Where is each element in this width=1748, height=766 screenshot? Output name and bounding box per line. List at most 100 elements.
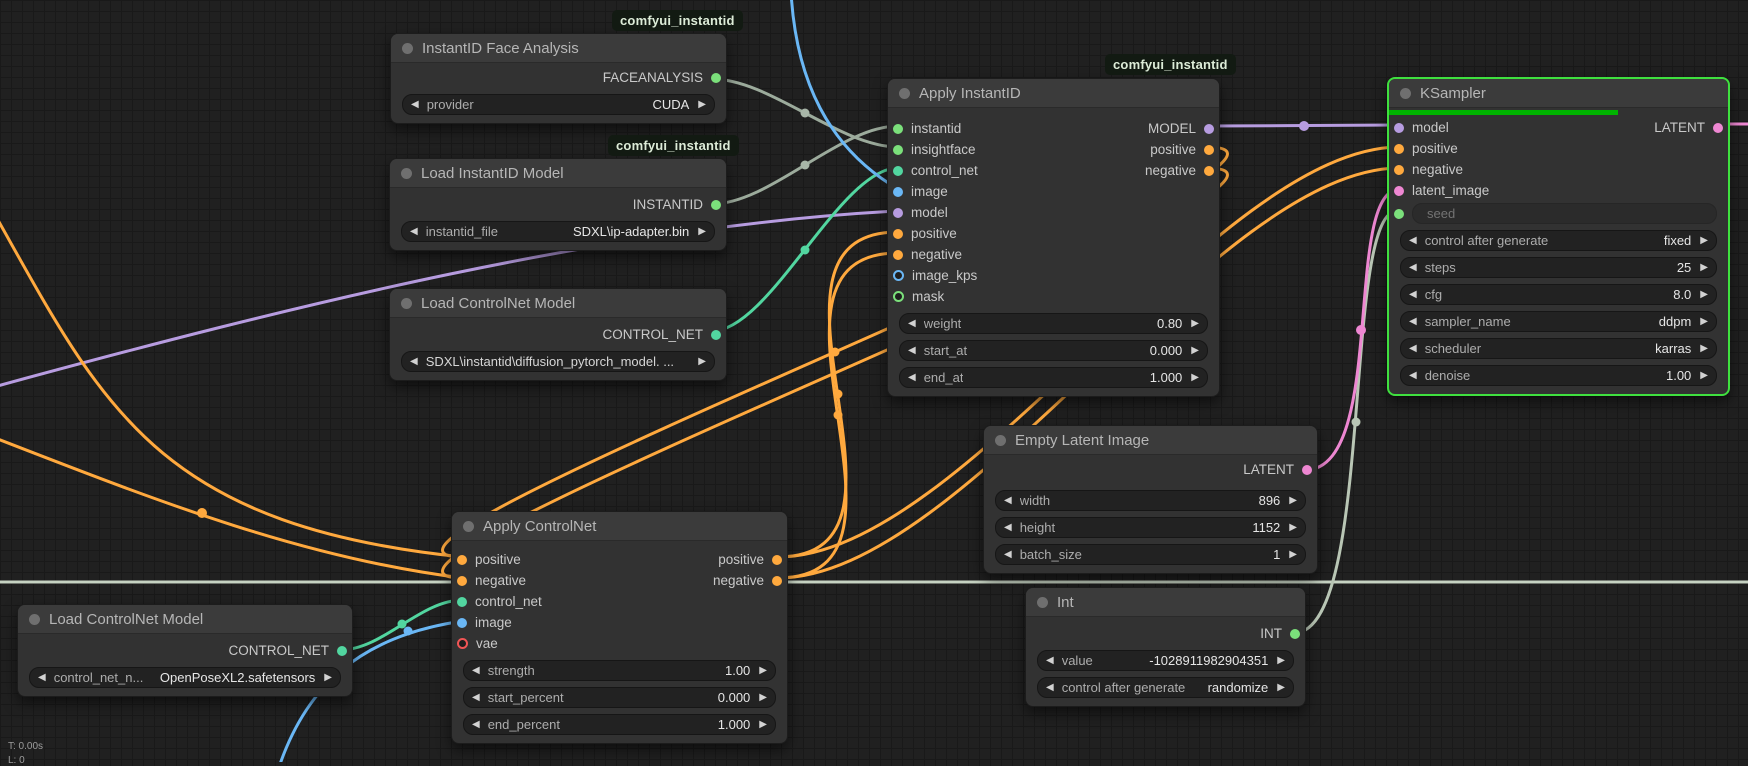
widget-increment-arrow[interactable] [1289,523,1297,533]
input-port[interactable] [893,229,903,239]
input-port[interactable] [893,124,903,134]
widget-decrement-arrow[interactable] [472,720,480,730]
input-port[interactable] [893,166,903,176]
collapse-dot[interactable] [995,435,1006,446]
output-port[interactable] [1290,629,1300,639]
widget-increment-arrow[interactable] [1277,683,1285,693]
input-port[interactable] [1394,144,1404,154]
widget-increment-arrow[interactable] [1700,263,1708,273]
node-apply-instantid[interactable]: Apply InstantID instantid MODEL insightf… [887,78,1220,397]
collapse-dot[interactable] [29,614,40,625]
collapse-dot[interactable] [463,521,474,532]
input-port-seed[interactable] [1394,209,1404,219]
input-port[interactable] [893,145,903,155]
output-port[interactable] [711,73,721,83]
widget-end-at[interactable]: end_at 1.000 [899,367,1208,388]
output-port[interactable] [1204,145,1214,155]
widget-increment-arrow[interactable] [324,673,332,683]
output-port[interactable] [772,555,782,565]
widget-increment-arrow[interactable] [759,666,767,676]
widget-decrement-arrow[interactable] [1409,263,1417,273]
input-port[interactable] [893,187,903,197]
node-title-bar[interactable]: Load ControlNet Model [18,605,352,634]
widget-instantid-file[interactable]: instantid_file SDXL\ip-adapter.bin [401,221,715,242]
widget-decrement-arrow[interactable] [908,319,916,329]
input-port[interactable] [457,597,467,607]
widget-end-percent[interactable]: end_percent 1.000 [463,714,776,735]
widget-sampler-name[interactable]: sampler_name ddpm [1400,311,1717,332]
node-load-controlnet-model-instantid[interactable]: Load ControlNet Model CONTROL_NET SDXL\i… [389,288,727,381]
input-port[interactable] [457,576,467,586]
node-title-bar[interactable]: Load InstantID Model [390,159,726,188]
widget-increment-arrow[interactable] [1700,317,1708,327]
node-title-bar[interactable]: InstantID Face Analysis [391,34,726,63]
output-port[interactable] [1204,124,1214,134]
node-instantid-face-analysis[interactable]: InstantID Face Analysis FACEANALYSIS pro… [390,33,727,124]
output-port[interactable] [1713,123,1723,133]
input-port[interactable] [457,555,467,565]
widget-decrement-arrow[interactable] [908,373,916,383]
output-port[interactable] [1204,166,1214,176]
widget-increment-arrow[interactable] [1277,656,1285,666]
widget-increment-arrow[interactable] [698,100,706,110]
node-title-bar[interactable]: Apply InstantID [888,79,1219,108]
collapse-dot[interactable] [401,168,412,179]
widget-increment-arrow[interactable] [1700,344,1708,354]
widget-value[interactable]: value -1028911982904351 [1037,650,1294,671]
widget-control-after-generate[interactable]: control after generate fixed [1400,230,1717,251]
widget-controlnet-file[interactable]: SDXL\instantid\diffusion_pytorch_model. … [401,351,715,372]
input-port[interactable] [457,638,468,649]
node-title-bar[interactable]: Load ControlNet Model [390,289,726,318]
output-port[interactable] [711,200,721,210]
widget-decrement-arrow[interactable] [410,227,418,237]
widget-denoise[interactable]: denoise 1.00 [1400,365,1717,386]
widget-decrement-arrow[interactable] [38,673,46,683]
collapse-dot[interactable] [1037,597,1048,608]
widget-decrement-arrow[interactable] [1046,656,1054,666]
widget-increment-arrow[interactable] [1700,236,1708,246]
widget-decrement-arrow[interactable] [1409,317,1417,327]
input-port[interactable] [1394,123,1404,133]
widget-decrement-arrow[interactable] [1004,550,1012,560]
widget-seed[interactable]: seed [1412,203,1717,224]
node-canvas[interactable]: { "badge_label": "comfyui_instantid", "s… [0,0,1748,762]
widget-decrement-arrow[interactable] [410,357,418,367]
node-title-bar[interactable]: KSampler [1389,79,1728,108]
node-load-instantid-model[interactable]: Load InstantID Model INSTANTID instantid… [389,158,727,251]
widget-decrement-arrow[interactable] [1409,290,1417,300]
widget-decrement-arrow[interactable] [1409,371,1417,381]
widget-increment-arrow[interactable] [1191,373,1199,383]
widget-start-at[interactable]: start_at 0.000 [899,340,1208,361]
input-port[interactable] [1394,186,1404,196]
widget-decrement-arrow[interactable] [411,100,419,110]
widget-decrement-arrow[interactable] [1004,523,1012,533]
widget-decrement-arrow[interactable] [1409,344,1417,354]
widget-cfg[interactable]: cfg 8.0 [1400,284,1717,305]
widget-increment-arrow[interactable] [759,693,767,703]
widget-height[interactable]: height 1152 [995,517,1306,538]
widget-provider[interactable]: provider CUDA [402,94,715,115]
output-port[interactable] [1302,465,1312,475]
widget-weight[interactable]: weight 0.80 [899,313,1208,334]
widget-decrement-arrow[interactable] [908,346,916,356]
widget-increment-arrow[interactable] [1700,371,1708,381]
input-port[interactable] [1394,165,1404,175]
widget-increment-arrow[interactable] [1191,346,1199,356]
input-port[interactable] [893,250,903,260]
widget-increment-arrow[interactable] [698,227,706,237]
input-port[interactable] [893,291,904,302]
collapse-dot[interactable] [1400,88,1411,99]
node-apply-controlnet[interactable]: Apply ControlNet positive positive negat… [451,511,788,744]
widget-scheduler[interactable]: scheduler karras [1400,338,1717,359]
node-title-bar[interactable]: Int [1026,588,1305,617]
widget-increment-arrow[interactable] [1289,496,1297,506]
widget-control-after-generate[interactable]: control after generate randomize [1037,677,1294,698]
widget-decrement-arrow[interactable] [472,693,480,703]
widget-decrement-arrow[interactable] [1409,236,1417,246]
output-port[interactable] [772,576,782,586]
widget-increment-arrow[interactable] [698,357,706,367]
output-port[interactable] [711,330,721,340]
widget-decrement-arrow[interactable] [1004,496,1012,506]
node-ksampler[interactable]: KSampler model LATENT positive negative … [1387,77,1730,396]
widget-strength[interactable]: strength 1.00 [463,660,776,681]
